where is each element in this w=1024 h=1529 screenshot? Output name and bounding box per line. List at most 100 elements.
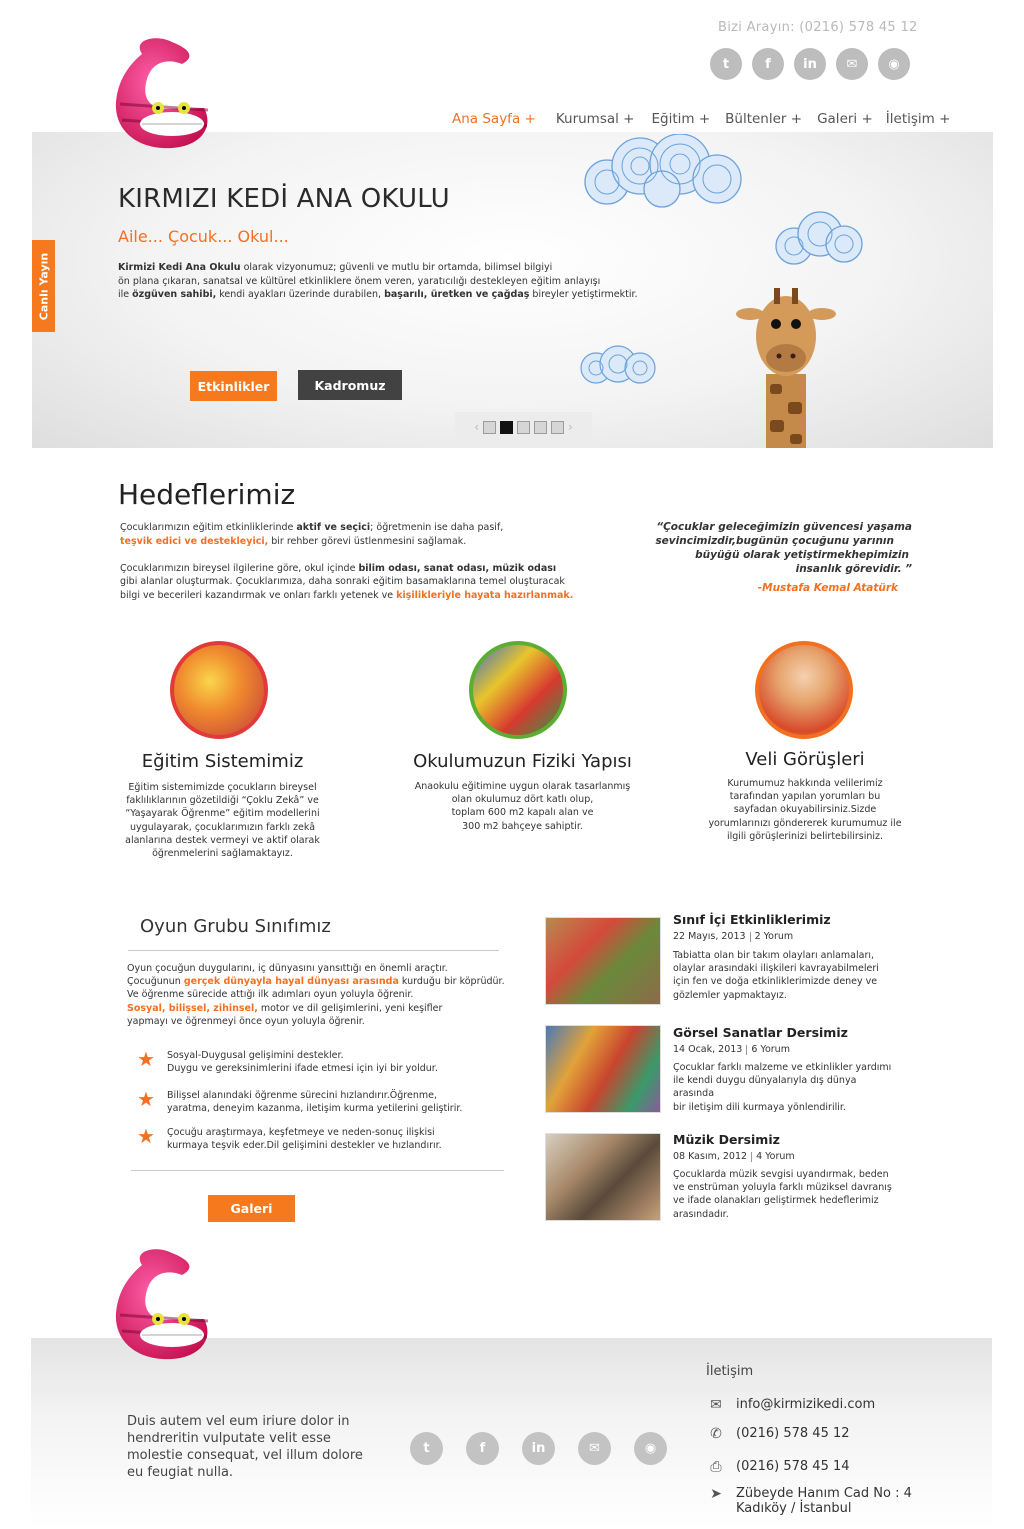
goals-p1a: Çocuklarımızın eğitim etkinliklerinde bbox=[120, 522, 297, 533]
bullet-line: Sosyal-Duygusal gelişimini destekler. bbox=[167, 1050, 344, 1061]
playgroup-line: Oyun çocuğun duygularını, iç dünyasını y… bbox=[127, 963, 448, 974]
feature-image-education[interactable] bbox=[170, 641, 268, 739]
nav-gallery[interactable]: Galeri + bbox=[817, 111, 873, 127]
contact-fax-text: (0216) 578 45 14 bbox=[736, 1459, 850, 1474]
slider-dot[interactable] bbox=[517, 420, 530, 434]
staff-button[interactable]: Kadromuz bbox=[298, 370, 402, 400]
feature-image-building[interactable] bbox=[469, 641, 567, 739]
activities-button[interactable]: Etkinlikler bbox=[190, 371, 277, 401]
cloud-decoration bbox=[775, 211, 863, 265]
hero-description: Kirmizi Kedi Ana Okulu olarak vizyonumuz… bbox=[118, 261, 658, 302]
news-comments[interactable]: 6 Yorum bbox=[751, 1044, 790, 1055]
nav-corporate[interactable]: Kurumsal + bbox=[556, 111, 635, 127]
feature-line: sayfadan okuyabilirsiniz.Sizde bbox=[733, 804, 877, 816]
map-marker-icon: ➤ bbox=[710, 1486, 722, 1502]
feature-line: faklılıklarının gözetildiği “Çoklu Zekâ”… bbox=[126, 795, 319, 807]
nav-education[interactable]: Eğitim + bbox=[651, 111, 710, 127]
footer-social-icons: t f in ✉ ◉ bbox=[410, 1432, 667, 1465]
hero-text-3d: başarılı, üretken ve çağdaş bbox=[384, 289, 530, 300]
news-comments[interactable]: 4 Yorum bbox=[756, 1151, 795, 1162]
goals-p1d: teşvik edici ve destekleyici, bbox=[120, 535, 269, 547]
nav-home[interactable]: Ana Sayfa + bbox=[452, 111, 536, 127]
nav-contact[interactable]: İletişim + bbox=[886, 111, 951, 127]
star-icon: ★ bbox=[137, 1047, 155, 1071]
feature-text-parents: Kurumumuz hakkında velilerimiz tarafında… bbox=[690, 777, 920, 843]
logo-cat-footer[interactable] bbox=[112, 1245, 216, 1363]
playgroup-line: yapmayı ve öğrenmeyi önce oyun yoluyla ö… bbox=[127, 1015, 365, 1027]
feature-line: Anaokulu eğitimine uygun olarak tasarlan… bbox=[414, 781, 631, 792]
twitter-icon[interactable]: t bbox=[710, 48, 742, 80]
goals-text: Çocuklarımızın eğitim etkinliklerinde ak… bbox=[120, 521, 600, 602]
facebook-icon[interactable]: f bbox=[752, 48, 784, 80]
feature-line: toplam 600 m2 kapalı alan ve bbox=[451, 807, 594, 819]
live-stream-tab[interactable]: Canlı Yayın bbox=[32, 240, 55, 332]
news-line: olaylar arasındaki ilişkileri kavrayabil… bbox=[673, 963, 879, 975]
hero-text-3e: bireyler yetiştirmektir. bbox=[529, 289, 638, 300]
quote-line-3: büyüğü olarak yetiştirmekhepimizin bbox=[695, 549, 909, 561]
gallery-button[interactable]: Galeri bbox=[208, 1195, 295, 1222]
bullet-line: yaratma, deneyim kazanma, iletişim kurma… bbox=[167, 1103, 463, 1115]
goals-p1c: ; öğretmenin ise daha pasif, bbox=[370, 522, 504, 533]
contact-email: ✉ info@kirmizikedi.com bbox=[706, 1397, 875, 1413]
header-social-icons: t f in ✉ ◉ bbox=[710, 48, 910, 80]
news-title[interactable]: Görsel Sanatlar Dersimiz bbox=[673, 1025, 848, 1040]
divider bbox=[131, 1170, 504, 1171]
slider-prev-icon[interactable]: ‹ bbox=[474, 420, 479, 434]
rss-icon[interactable]: ◉ bbox=[634, 1432, 667, 1465]
slider-dot[interactable] bbox=[551, 420, 564, 434]
news-image-art[interactable] bbox=[545, 1025, 661, 1113]
linkedin-icon[interactable]: in bbox=[794, 48, 826, 80]
news-line: Çocuklar farklı malzeme ve etkinlikler y… bbox=[673, 1062, 892, 1073]
goals-p2b: bilim odası, sanat odası, müzik odası bbox=[358, 562, 557, 574]
news-meta: 14 Ocak, 2013 6 Yorum bbox=[673, 1044, 790, 1055]
twitter-icon[interactable]: t bbox=[410, 1432, 443, 1465]
logo-cat-top[interactable] bbox=[112, 34, 216, 152]
news-title[interactable]: Müzik Dersimiz bbox=[673, 1132, 780, 1147]
feature-line: Kurumumuz hakkında velilerimiz bbox=[727, 778, 883, 789]
news-comments[interactable]: 2 Yorum bbox=[755, 931, 794, 942]
playgroup-line: Ve öğrenme sürecide attığı ilk adımları … bbox=[127, 989, 414, 1001]
quote-line-2: sevincimizdir,bugünün çocuğunu yarının bbox=[655, 535, 894, 547]
playgroup-line: motor ve dil gelişimlerini, yeni keşifle… bbox=[257, 1002, 443, 1014]
slider-dot[interactable] bbox=[483, 420, 496, 434]
slider-pagination: ‹ › bbox=[455, 412, 592, 442]
slider-dot-active[interactable] bbox=[500, 420, 513, 434]
playgroup-title: Oyun Grubu Sınıfımız bbox=[140, 916, 331, 937]
playgroup-highlight: Sosyal, bilişsel, zihinsel, bbox=[127, 1002, 258, 1014]
bullet-line: Duygu ve gereksinimlerini ifade etmesi i… bbox=[167, 1063, 438, 1075]
playgroup-highlight: gerçek dünyayla hayal dünyası arasında bbox=[183, 976, 399, 988]
playgroup-line: kurduğu bir köprüdür. bbox=[398, 976, 505, 988]
hero-text-2: ön plana çıkaran, sanatsal ve kültürel e… bbox=[118, 275, 601, 287]
contact-heading: İletişim bbox=[706, 1364, 754, 1379]
feature-image-parents[interactable] bbox=[755, 641, 853, 739]
news-image-music[interactable] bbox=[545, 1133, 661, 1221]
giraffe-illustration bbox=[736, 288, 836, 448]
contact-email-text[interactable]: info@kirmizikedi.com bbox=[736, 1397, 875, 1412]
divider bbox=[128, 950, 499, 951]
goals-p2d: bilgi ve becerileri kazandırmak ve onlar… bbox=[120, 589, 397, 601]
news-image-classroom[interactable] bbox=[545, 917, 661, 1005]
news-line: için fen ve doğa etkinliklerimizde deney… bbox=[673, 976, 878, 988]
facebook-icon[interactable]: f bbox=[466, 1432, 499, 1465]
news-line: Çocuklarda müzik sevgisi uyandırmak, bed… bbox=[673, 1169, 889, 1180]
news-title[interactable]: Sınıf İçi Etkinliklerimiz bbox=[673, 912, 831, 927]
feature-title-education: Eğitim Sistemimiz bbox=[141, 751, 304, 772]
mail-icon[interactable]: ✉ bbox=[578, 1432, 611, 1465]
contact-phone: ✆ (0216) 578 45 12 bbox=[706, 1426, 849, 1442]
quote-line-4: insanlık görevidir. ” bbox=[795, 563, 912, 575]
slider-dot[interactable] bbox=[534, 420, 547, 434]
nav-bulletins[interactable]: Bültenler + bbox=[725, 111, 802, 127]
slider-next-icon[interactable]: › bbox=[568, 420, 573, 434]
playgroup-bullet: ★ Sosyal-Duygusal gelişimini destekler. … bbox=[137, 1049, 438, 1076]
feature-line: öğrenmelerini sağlamaktayız. bbox=[152, 848, 293, 860]
feature-title-building: Okulumuzun Fiziki Yapısı bbox=[413, 751, 632, 772]
news-meta: 08 Kasım, 2012 4 Yorum bbox=[673, 1151, 795, 1162]
mail-icon[interactable]: ✉ bbox=[836, 48, 868, 80]
hero-text-1: olarak vizyonumuz; güvenli ve mutlu bir … bbox=[240, 262, 553, 273]
hero-text-3a: ile bbox=[118, 289, 133, 300]
feature-line: ilgili görüşlerinizi belirtebilirsiniz. bbox=[726, 830, 884, 842]
feature-text-building: Anaokulu eğitimine uygun olarak tasarlan… bbox=[395, 780, 650, 833]
feature-line: Eğitim sistemimizde çocukların bireysel bbox=[128, 782, 317, 793]
linkedin-icon[interactable]: in bbox=[522, 1432, 555, 1465]
rss-icon[interactable]: ◉ bbox=[878, 48, 910, 80]
